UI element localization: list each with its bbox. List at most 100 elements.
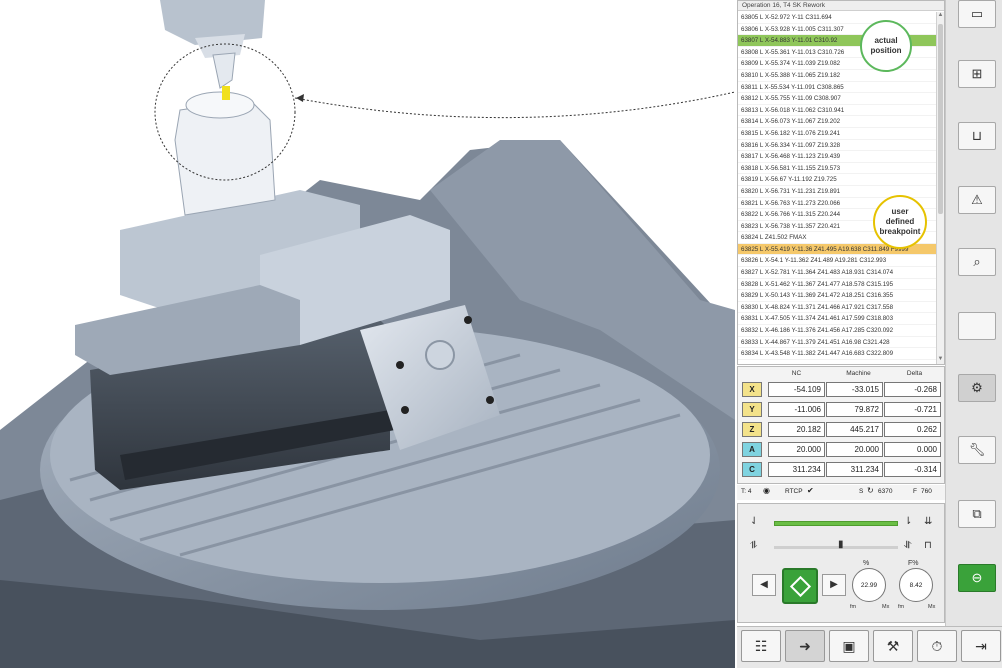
nc-line[interactable]: 63816 L X-56.334 Y-11.097 Z19.328 — [738, 140, 937, 152]
axis-label: C — [742, 462, 762, 477]
feed-override-dial[interactable]: 8.42 — [899, 568, 933, 602]
axis-machine-value: 20.000 — [826, 442, 883, 457]
exit-icon[interactable]: ⇥ — [961, 630, 1001, 662]
tool-end-alt-icon[interactable]: ⇊ — [924, 516, 932, 527]
start-button[interactable] — [782, 568, 818, 604]
start-diamond-icon — [789, 575, 812, 598]
col-header-nc: NC — [791, 370, 802, 377]
nc-scrollbar[interactable]: ▲ ▼ — [936, 12, 944, 364]
nc-line[interactable]: 63826 L X-54.1 Y-11.362 Z41.489 A19.281 … — [738, 255, 937, 268]
tool-start-icon[interactable]: ⇃ — [750, 516, 758, 527]
speed-dial-min: fm — [850, 604, 857, 610]
axis-row: Y -11.006 79.872 -0.721 — [742, 401, 944, 418]
spindle-label: S — [859, 488, 864, 495]
tool-end-icon[interactable]: ⇂ — [904, 516, 912, 527]
layout-icon[interactable]: ▭ — [958, 0, 996, 28]
nc-line[interactable]: 63819 L X-56.67 Y-11.192 Z19.725 — [738, 174, 937, 186]
simulation-control-panel: ⇃ ⇂ ⇊ ⥮ ▮ ⥯ ⊓ ◀ ▶ % 22.99 fm Mx F% 8.42 … — [737, 503, 945, 623]
run-to-breakpoint-icon[interactable]: ➜ — [785, 630, 825, 662]
axis-label: A — [742, 442, 762, 457]
axis-machine-value: -33.015 — [826, 382, 883, 397]
hold-icon[interactable]: ⊓ — [924, 540, 932, 551]
nc-line[interactable]: 63832 L X-46.186 Y-11.376 Z41.456 A17.28… — [738, 325, 937, 337]
axis-delta-value: -0.268 — [884, 382, 941, 397]
axis-delta-value: 0.262 — [884, 422, 941, 437]
actual-position-callout: actual position — [860, 20, 912, 72]
nc-line[interactable]: 63829 L X-50.143 Y-11.369 Z41.472 A18.25… — [738, 290, 937, 302]
tool-number: T: 4 — [741, 488, 752, 495]
axis-row: C 311.234 311.234 -0.314 — [742, 461, 944, 478]
axis-delta-value: -0.314 — [884, 462, 941, 477]
stopwatch-icon[interactable]: ⏱ — [917, 630, 957, 662]
bottom-toolbar: ☷ ➜ ▣ ⚒ ⏱ ⇥ — [737, 626, 1002, 668]
axis-nc-value: -11.006 — [768, 402, 825, 417]
simulation-viewport[interactable] — [0, 0, 735, 668]
next-block-button[interactable]: ▶ — [822, 574, 846, 596]
blank-button[interactable] — [958, 312, 996, 340]
col-header-delta: Delta — [906, 370, 923, 377]
col-header-machine: Machine — [846, 370, 871, 377]
nc-line[interactable]: 63814 L X-56.073 Y-11.067 Z19.202 — [738, 116, 937, 128]
axis-label: X — [742, 382, 762, 397]
nc-line[interactable]: 63833 L X-44.867 Y-11.379 Z41.451 A16.98… — [738, 337, 937, 349]
speed-dial-title: % — [863, 560, 870, 567]
nc-line[interactable]: 63813 L X-56.018 Y-11.062 C310.941 — [738, 105, 937, 117]
machine-3d-scene — [0, 0, 735, 668]
axis-machine-value: 79.872 — [826, 402, 883, 417]
axis-delta-value: -0.721 — [884, 402, 941, 417]
previous-block-button[interactable]: ◀ — [752, 574, 776, 596]
axis-row: Z 20.182 445.217 0.262 — [742, 421, 944, 438]
nc-program-title: Operation 16, T4 SK Rework — [738, 1, 944, 11]
feed-dial-title: F% — [908, 560, 919, 567]
nc-line-list[interactable]: 63805 L X-52.972 Y-11 C311.694 63806 L X-… — [738, 12, 937, 360]
machine-setup-icon[interactable]: ⊞ — [958, 60, 996, 88]
nc-line[interactable]: 63834 L X-43.548 Y-11.382 Z41.447 A16.68… — [738, 348, 937, 360]
feed-label: F — [913, 488, 917, 495]
progress-bar — [774, 521, 898, 526]
machine-kinematics-icon[interactable]: ⚙ — [958, 374, 996, 402]
speed-override-dial[interactable]: 22.99 — [852, 568, 886, 602]
checkmark-icon: ✔ — [807, 486, 814, 495]
axis-row: X -54.109 -33.015 -0.268 — [742, 381, 944, 398]
nc-line[interactable]: 63805 L X-52.972 Y-11 C311.694 — [738, 12, 937, 24]
axis-position-table: NC Machine Delta X -54.109 -33.015 -0.268 Y -… — [737, 366, 945, 484]
tool-settings-icon[interactable]: ⚒ — [873, 630, 913, 662]
machine-view-icon[interactable]: ▣ — [829, 630, 869, 662]
nc-line[interactable]: 63817 L X-56.468 Y-11.123 Z19.439 — [738, 151, 937, 163]
scroll-up-arrow-icon[interactable]: ▲ — [937, 12, 944, 20]
nc-line[interactable]: 63810 L X-55.388 Y-11.065 Z19.182 — [738, 70, 937, 82]
speed-slider[interactable] — [774, 546, 898, 549]
feed-dial-min: fm — [898, 604, 905, 610]
breakpoint-callout: user defined breakpoint — [873, 195, 927, 249]
nc-line[interactable]: 63818 L X-56.581 Y-11.155 Z19.573 — [738, 163, 937, 175]
axis-delta-value: 0.000 — [884, 442, 941, 457]
scroll-thumb[interactable] — [938, 24, 943, 214]
nc-line[interactable]: 63815 L X-56.182 Y-11.076 Z19.241 — [738, 128, 937, 140]
axis-label: Z — [742, 422, 762, 437]
spindle-rotation-icon: ↻ — [867, 486, 874, 495]
warning-icon[interactable]: ⚠ — [958, 186, 996, 214]
feed-dial-max: Mx — [928, 604, 936, 610]
coolant-icon: ◉ — [763, 486, 770, 495]
nc-line[interactable]: 63830 L X-48.824 Y-11.371 Z41.466 A17.92… — [738, 302, 937, 314]
axis-label: Y — [742, 402, 762, 417]
scroll-down-arrow-icon[interactable]: ▼ — [937, 356, 944, 364]
machine-frame-icon[interactable]: ⧉ — [958, 500, 996, 528]
nc-line[interactable]: 63827 L X-52.781 Y-11.364 Z41.483 A18.93… — [738, 267, 937, 279]
nc-line[interactable]: 63831 L X-47.505 Y-11.374 Z41.461 A17.59… — [738, 313, 937, 326]
speed-slider-handle[interactable]: ▮ — [838, 539, 844, 550]
step-forward-icon[interactable]: ⥯ — [904, 540, 911, 551]
wrench-settings-icon[interactable]: 🔧︎ — [958, 436, 996, 464]
rtcp-label: RTCP — [785, 488, 803, 495]
simulate-run-icon[interactable]: ⊖ — [958, 564, 996, 592]
tool-length-icon[interactable]: ⊔ — [958, 122, 996, 150]
spindle-speed: 6370 — [878, 488, 893, 495]
axis-nc-value: -54.109 — [768, 382, 825, 397]
step-back-icon[interactable]: ⥮ — [750, 540, 757, 551]
program-list-icon[interactable]: ☷ — [741, 630, 781, 662]
zoom-search-icon[interactable]: ⌕ — [958, 248, 996, 276]
nc-line[interactable]: 63828 L X-51.462 Y-11.367 Z41.477 A18.57… — [738, 279, 937, 291]
status-bar: T: 4 ◉ RTCP ✔ S ↻ 6370 F 760 — [737, 485, 945, 500]
nc-line[interactable]: 63812 L X-55.755 Y-11.09 C308.907 — [738, 93, 937, 105]
nc-line[interactable]: 63811 L X-55.534 Y-11.091 C308.865 — [738, 82, 937, 94]
